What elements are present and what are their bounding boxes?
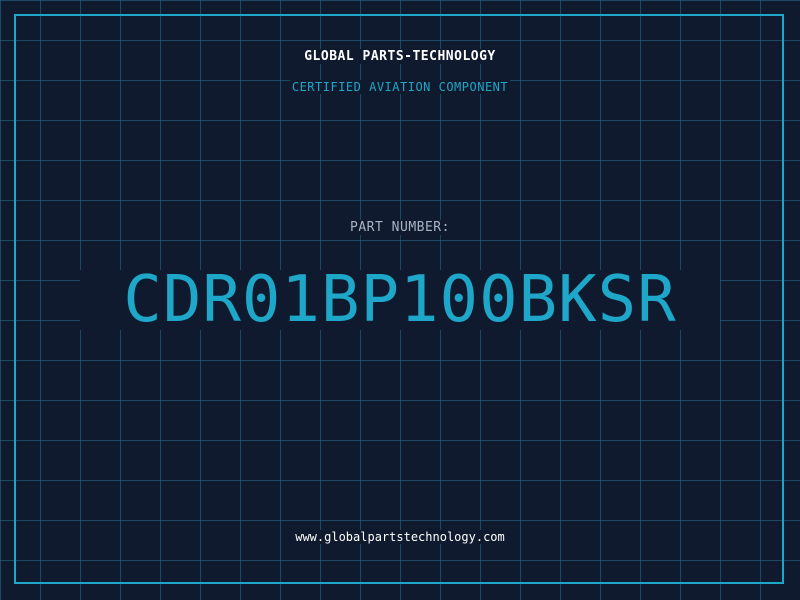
company-name-text: GLOBAL PARTS-TECHNOLOGY xyxy=(302,49,498,64)
website-link[interactable]: www.globalpartstechnology.com xyxy=(0,530,800,544)
part-number-value: CDR01BP100BKSR xyxy=(0,262,800,338)
part-number-label: PART NUMBER: xyxy=(0,220,800,235)
part-number-label-text: PART NUMBER: xyxy=(348,220,452,235)
certification-subtitle-text: CERTIFIED AVIATION COMPONENT xyxy=(289,80,511,94)
website-link-text[interactable]: www.globalpartstechnology.com xyxy=(293,530,507,544)
certification-subtitle: CERTIFIED AVIATION COMPONENT xyxy=(0,80,800,94)
certificate-card: GLOBAL PARTS-TECHNOLOGY CERTIFIED AVIATI… xyxy=(0,0,800,600)
company-name: GLOBAL PARTS-TECHNOLOGY xyxy=(0,49,800,64)
